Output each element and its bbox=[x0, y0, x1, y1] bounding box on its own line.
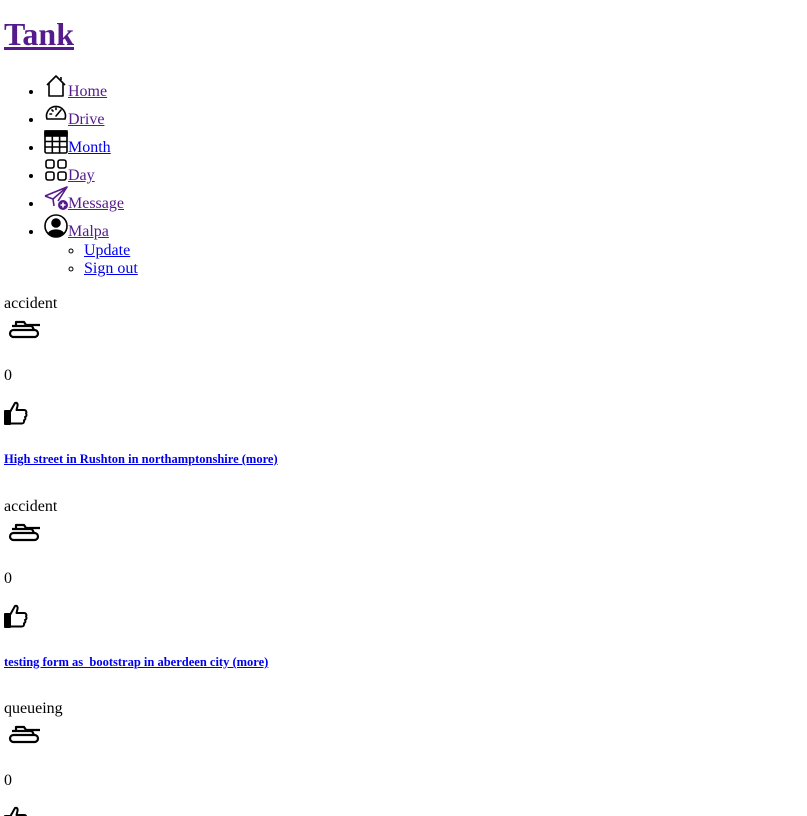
nav-link-day[interactable]: Day bbox=[44, 159, 95, 184]
nav-link-message[interactable]: Message bbox=[44, 186, 124, 212]
entry-type: queueing bbox=[4, 700, 63, 717]
grid-four-icon bbox=[44, 158, 68, 182]
nav-label-home: Home bbox=[68, 83, 108, 100]
user-submenu-item: Sign out bbox=[84, 260, 284, 278]
nav-link-user[interactable]: Malpa bbox=[44, 214, 109, 240]
site-title-link[interactable]: Tank bbox=[4, 16, 74, 52]
person-circle-icon bbox=[44, 214, 68, 238]
send-plus-icon bbox=[44, 186, 68, 210]
nav-item-drive: Drive bbox=[44, 102, 124, 130]
nav-label-message: Message bbox=[68, 195, 124, 212]
tank-icon bbox=[8, 520, 42, 542]
nav-item-month: Month bbox=[44, 130, 124, 158]
user-submenu: Update Sign out bbox=[44, 242, 284, 278]
nav-link-home[interactable]: Home bbox=[44, 75, 108, 100]
nav-item-message: Message bbox=[44, 186, 124, 214]
nav-item-user: Malpa Update Sign out bbox=[44, 214, 138, 277]
sign-out-link[interactable]: Sign out bbox=[84, 260, 138, 277]
entry-like-count: 0 bbox=[4, 570, 12, 587]
entry-type: accident bbox=[4, 498, 58, 515]
tank-icon bbox=[8, 722, 42, 744]
nav-label-month: Month bbox=[68, 139, 111, 156]
entry-type: accident bbox=[4, 295, 58, 312]
thumbs-up-icon[interactable] bbox=[4, 400, 28, 426]
nav-label-user: Malpa bbox=[68, 223, 109, 240]
entry-like-count: 0 bbox=[4, 367, 12, 384]
nav-item-day: Day bbox=[44, 158, 124, 186]
house-icon bbox=[44, 74, 68, 98]
tank-icon bbox=[8, 317, 42, 339]
entry-like-count: 0 bbox=[4, 772, 12, 789]
nav-label-day: Day bbox=[68, 167, 95, 184]
nav-link-drive[interactable]: Drive bbox=[44, 105, 105, 128]
entry-title-link[interactable]: High street in Rushton in northamptonshi… bbox=[4, 451, 278, 467]
speedometer-icon bbox=[44, 102, 68, 126]
user-submenu-item: Update bbox=[84, 242, 284, 260]
thumbs-up-icon[interactable] bbox=[4, 805, 28, 816]
site-title: Tank bbox=[4, 12, 74, 56]
nav-link-month[interactable]: Month bbox=[44, 130, 111, 156]
entry-title-link[interactable]: testing form as_bootstrap in aberdeen ci… bbox=[4, 654, 268, 670]
update-link[interactable]: Update bbox=[84, 242, 130, 259]
nav-label-drive: Drive bbox=[68, 111, 105, 128]
main-nav: Home Drive Month bbox=[4, 74, 138, 277]
thumbs-up-icon[interactable] bbox=[4, 603, 28, 629]
nav-item-home: Home bbox=[44, 74, 124, 102]
calendar-grid-icon bbox=[44, 130, 68, 154]
